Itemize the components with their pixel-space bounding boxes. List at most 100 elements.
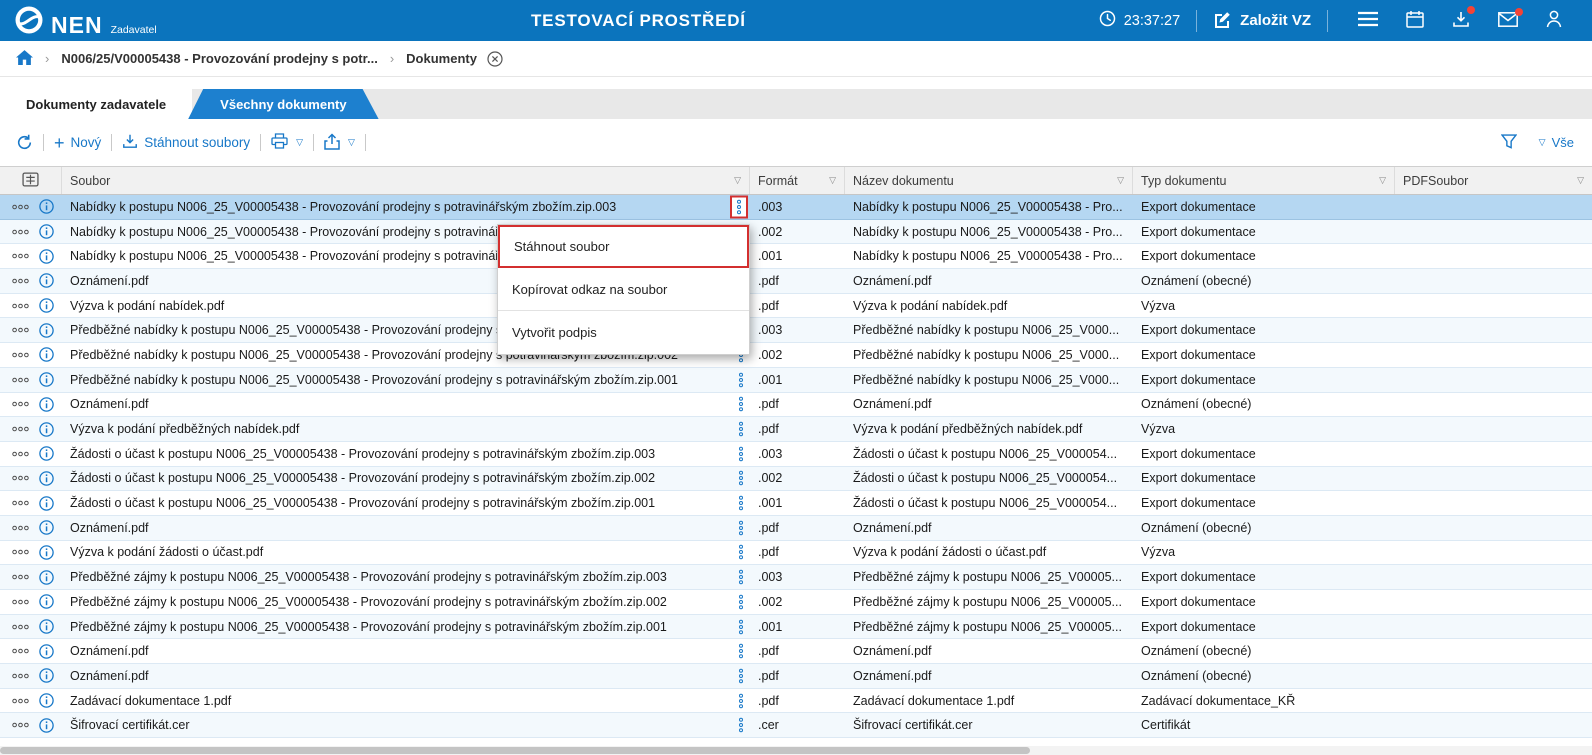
info-icon[interactable]	[39, 496, 54, 511]
row-options-dots-icon[interactable]	[12, 426, 29, 432]
table-row[interactable]: Oznámení.pdf.pdfOznámení.pdfOznámení (ob…	[0, 393, 1592, 418]
row-options-dots-icon[interactable]	[12, 698, 29, 704]
row-options-dots-icon[interactable]	[12, 599, 29, 605]
info-icon[interactable]	[39, 298, 54, 313]
table-row[interactable]: Žádosti o účast k postupu N006_25_V00005…	[0, 467, 1592, 492]
info-icon[interactable]	[39, 323, 54, 338]
row-options-dots-icon[interactable]	[12, 204, 29, 210]
table-row[interactable]: Nabídky k postupu N006_25_V00005438 - Pr…	[0, 195, 1592, 220]
table-row[interactable]: Oznámení.pdf.pdfOznámení.pdfOznámení (ob…	[0, 516, 1592, 541]
kebab-menu-icon[interactable]	[738, 668, 744, 683]
info-icon[interactable]	[39, 594, 54, 609]
info-icon[interactable]	[39, 273, 54, 288]
column-header-soubor[interactable]: Soubor ▽	[62, 167, 750, 194]
filter-caret-icon[interactable]: ▽	[1117, 175, 1124, 186]
filter-caret-icon[interactable]: ▽	[829, 175, 836, 186]
home-icon[interactable]	[16, 50, 33, 68]
export-button[interactable]: ▽	[324, 133, 355, 153]
filter-caret-icon[interactable]: ▽	[734, 175, 741, 186]
row-options-dots-icon[interactable]	[12, 624, 29, 630]
row-options-dots-icon[interactable]	[12, 327, 29, 333]
table-row[interactable]: Nabídky k postupu N006_25_V00005438 - Pr…	[0, 244, 1592, 269]
context-menu-item[interactable]: Stáhnout soubor	[498, 225, 749, 268]
column-header-typ-dokumentu[interactable]: Typ dokumentu ▽	[1133, 167, 1395, 194]
row-options-dots-icon[interactable]	[12, 352, 29, 358]
info-icon[interactable]	[39, 422, 54, 437]
info-icon[interactable]	[39, 693, 54, 708]
row-options-dots-icon[interactable]	[12, 549, 29, 555]
info-icon[interactable]	[39, 570, 54, 585]
table-row[interactable]: Výzva k podání žádosti o účast.pdf.pdfVý…	[0, 541, 1592, 566]
row-options-dots-icon[interactable]	[12, 377, 29, 383]
table-row[interactable]: Oznámení.pdf.pdfOznámení.pdfOznámení (ob…	[0, 269, 1592, 294]
table-row[interactable]: Nabídky k postupu N006_25_V00005438 - Pr…	[0, 220, 1592, 245]
filter-caret-icon[interactable]: ▽	[1379, 175, 1386, 186]
kebab-menu-icon[interactable]	[738, 644, 744, 659]
kebab-menu-icon[interactable]	[738, 570, 744, 585]
table-row[interactable]: Výzva k podání nabídek.pdf.pdfVýzva k po…	[0, 294, 1592, 319]
row-options-dots-icon[interactable]	[12, 500, 29, 506]
table-row[interactable]: Předběžné zájmy k postupu N006_25_V00005…	[0, 590, 1592, 615]
info-icon[interactable]	[39, 446, 54, 461]
kebab-menu-icon[interactable]	[738, 693, 744, 708]
row-options-dots-icon[interactable]	[12, 278, 29, 284]
column-header-format[interactable]: Formát ▽	[750, 167, 845, 194]
print-button[interactable]: ▽	[271, 133, 303, 152]
breadcrumb-procedure[interactable]: N006/25/V00005438 - Provozování prodejny…	[61, 51, 377, 66]
info-icon[interactable]	[39, 668, 54, 683]
info-icon[interactable]	[39, 619, 54, 634]
row-options-dots-icon[interactable]	[12, 303, 29, 309]
table-row[interactable]: Předběžné nabídky k postupu N006_25_V000…	[0, 318, 1592, 343]
tab-vsechny-dokumenty[interactable]: Všechny dokumenty	[188, 89, 378, 119]
row-options-dots-icon[interactable]	[12, 229, 29, 235]
kebab-menu-icon[interactable]	[738, 496, 744, 511]
info-icon[interactable]	[39, 397, 54, 412]
column-header-pdfsoubor[interactable]: PDFSoubor ▽	[1395, 167, 1592, 194]
context-menu-item[interactable]: Kopírovat odkaz na soubor	[498, 268, 749, 311]
main-menu-button[interactable]	[1358, 11, 1378, 30]
table-row[interactable]: Předběžné nabídky k postupu N006_25_V000…	[0, 368, 1592, 393]
kebab-menu-icon[interactable]	[738, 619, 744, 634]
row-options-dots-icon[interactable]	[12, 475, 29, 481]
downloads-button[interactable]	[1452, 10, 1470, 31]
column-chooser-cell[interactable]	[0, 167, 62, 194]
row-options-dots-icon[interactable]	[12, 451, 29, 457]
view-filter-dropdown[interactable]: ▽ Vše	[1537, 135, 1574, 150]
new-button[interactable]: + Nový	[54, 134, 101, 152]
row-options-dots-icon[interactable]	[12, 673, 29, 679]
scrollbar-thumb[interactable]	[0, 747, 1030, 754]
tab-dokumenty-zadavatele[interactable]: Dokumenty zadavatele	[0, 89, 192, 119]
row-options-dots-icon[interactable]	[12, 648, 29, 654]
info-icon[interactable]	[39, 224, 54, 239]
info-icon[interactable]	[39, 249, 54, 264]
kebab-menu-icon[interactable]	[730, 195, 748, 218]
kebab-menu-icon[interactable]	[738, 372, 744, 387]
table-row[interactable]: Předběžné zájmy k postupu N006_25_V00005…	[0, 565, 1592, 590]
info-icon[interactable]	[39, 372, 54, 387]
kebab-menu-icon[interactable]	[738, 397, 744, 412]
calendar-button[interactable]	[1406, 10, 1424, 31]
table-row[interactable]: Žádosti o účast k postupu N006_25_V00005…	[0, 491, 1592, 516]
table-row[interactable]: Předběžné zájmy k postupu N006_25_V00005…	[0, 615, 1592, 640]
row-options-dots-icon[interactable]	[12, 525, 29, 531]
kebab-menu-icon[interactable]	[738, 471, 744, 486]
info-icon[interactable]	[39, 471, 54, 486]
row-options-dots-icon[interactable]	[12, 574, 29, 580]
kebab-menu-icon[interactable]	[738, 520, 744, 535]
nen-logo[interactable]: NEN Zadavatel	[14, 5, 157, 37]
table-row[interactable]: Zadávací dokumentace 1.pdf.pdfZadávací d…	[0, 689, 1592, 714]
kebab-menu-icon[interactable]	[738, 446, 744, 461]
row-options-dots-icon[interactable]	[12, 401, 29, 407]
refresh-button[interactable]	[16, 134, 33, 151]
kebab-menu-icon[interactable]	[738, 718, 744, 733]
filter-button[interactable]	[1501, 134, 1517, 152]
kebab-menu-icon[interactable]	[738, 422, 744, 437]
table-row[interactable]: Žádosti o účast k postupu N006_25_V00005…	[0, 442, 1592, 467]
row-options-dots-icon[interactable]	[12, 722, 29, 728]
table-row[interactable]: Předběžné nabídky k postupu N006_25_V000…	[0, 343, 1592, 368]
row-options-dots-icon[interactable]	[12, 253, 29, 259]
kebab-menu-icon[interactable]	[738, 594, 744, 609]
close-breadcrumb-icon[interactable]	[487, 51, 503, 67]
table-row[interactable]: Šifrovací certifikát.cer.cerŠifrovací ce…	[0, 713, 1592, 738]
kebab-menu-icon[interactable]	[738, 545, 744, 560]
